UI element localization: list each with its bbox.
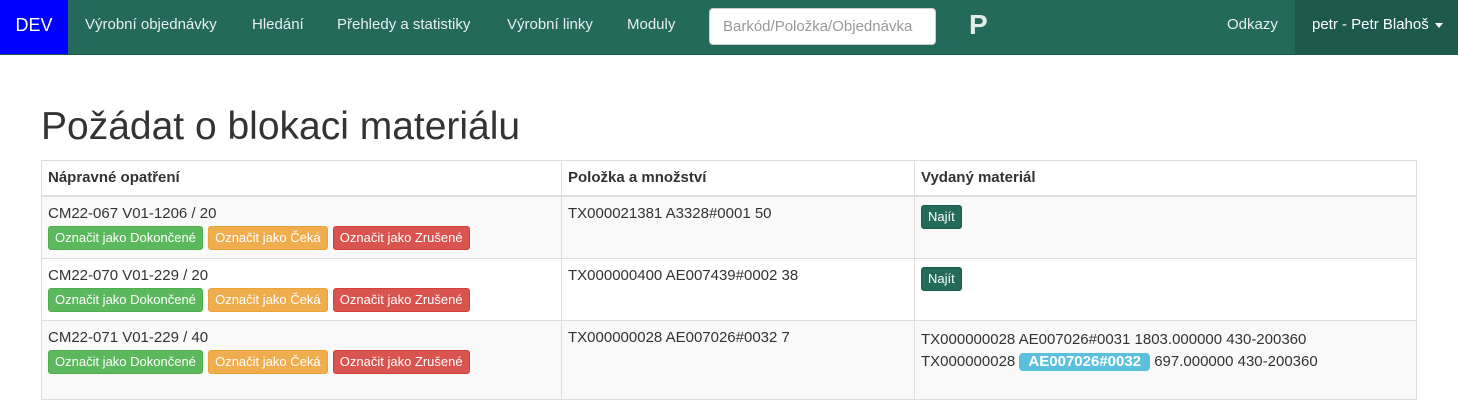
nav-link-production-lines[interactable]: Výrobní linky	[507, 0, 593, 54]
search-input[interactable]	[709, 8, 936, 45]
material-block-table: Nápravné opatření Položka a množství Vyd…	[41, 160, 1417, 400]
corrective-action-cell: CM22-067 V01-1206 / 20 Označit jako Doko…	[41, 195, 562, 259]
nav-link-links[interactable]: Odkazy	[1227, 0, 1278, 54]
table-row: CM22-070 V01-229 / 20 Označit jako Dokon…	[41, 257, 1417, 321]
material-quantity-location: 697.000000 430-200360	[1154, 352, 1318, 370]
mark-cancelled-button[interactable]: Označit jako Zrušené	[332, 225, 470, 250]
top-navbar: DEV Výrobní objednávky Hledání Přehledy …	[0, 0, 1458, 55]
issued-material-cell: Najít	[914, 195, 1417, 259]
table-header-row: Nápravné opatření Položka a množství Vyd…	[41, 160, 1417, 197]
corrective-action-cell: CM22-070 V01-229 / 20 Označit jako Dokon…	[41, 257, 562, 321]
find-button[interactable]: Najít	[921, 204, 962, 229]
issued-material-line: TX000000028 AE007026#0031 1803.000000 43…	[921, 330, 1307, 348]
item-quantity-cell: TX000000028 AE007026#0032 7	[561, 319, 915, 400]
caret-down-icon	[1434, 22, 1443, 28]
nav-link-search[interactable]: Hledání	[252, 0, 304, 54]
env-badge: DEV	[0, 0, 68, 54]
mark-cancelled-button[interactable]: Označit jako Zrušené	[332, 287, 470, 312]
item-quantity-cell: TX000000400 AE007439#0002 38	[561, 257, 915, 321]
mark-done-button[interactable]: Označit jako Dokončené	[48, 287, 203, 312]
corrective-action-ref: CM22-071 V01-229 / 40	[48, 328, 209, 346]
find-button[interactable]: Najít	[921, 266, 962, 291]
nav-link-modules[interactable]: Moduly	[627, 0, 675, 54]
corrective-action-ref: CM22-070 V01-229 / 20	[48, 266, 209, 284]
corrective-action-cell: CM22-071 V01-229 / 40 Označit jako Dokon…	[41, 319, 562, 400]
issued-material-cell: Najít	[914, 257, 1417, 321]
brand-logo[interactable]: P	[969, 0, 988, 54]
mark-done-button[interactable]: Označit jako Dokončené	[48, 225, 203, 250]
column-header-issued-material: Vydaný materiál	[914, 160, 1417, 197]
matched-item-badge: AE007026#0032	[1019, 352, 1151, 371]
mark-cancelled-button[interactable]: Označit jako Zrušené	[332, 349, 470, 374]
user-menu-dropdown[interactable]: petr - Petr Blahoš	[1295, 0, 1458, 54]
nav-link-production-orders[interactable]: Výrobní objednávky	[85, 0, 217, 54]
issued-material-cell: TX000000028 AE007026#0031 1803.000000 43…	[914, 319, 1417, 400]
column-header-item-quantity: Položka a množství	[561, 160, 915, 197]
mark-waiting-button[interactable]: Označit jako Čeká	[208, 225, 328, 250]
table-row: CM22-071 V01-229 / 40 Označit jako Dokon…	[41, 319, 1417, 400]
mark-waiting-button[interactable]: Označit jako Čeká	[208, 349, 328, 374]
user-name: petr - Petr Blahoš	[1312, 16, 1429, 33]
material-batch: TX000000028	[921, 352, 1016, 370]
page-title: Požádat o blokaci materiálu	[41, 105, 521, 148]
column-header-corrective-action: Nápravné opatření	[41, 160, 562, 197]
nav-link-reports[interactable]: Přehledy a statistiky	[337, 0, 470, 54]
table-row: CM22-067 V01-1206 / 20 Označit jako Doko…	[41, 195, 1417, 259]
item-quantity-cell: TX000021381 A3328#0001 50	[561, 195, 915, 259]
mark-done-button[interactable]: Označit jako Dokončené	[48, 349, 203, 374]
issued-material-line: TX000000028 AE007026#0032 697.000000 430…	[921, 351, 1410, 373]
mark-waiting-button[interactable]: Označit jako Čeká	[208, 287, 328, 312]
corrective-action-ref: CM22-067 V01-1206 / 20	[48, 204, 217, 222]
